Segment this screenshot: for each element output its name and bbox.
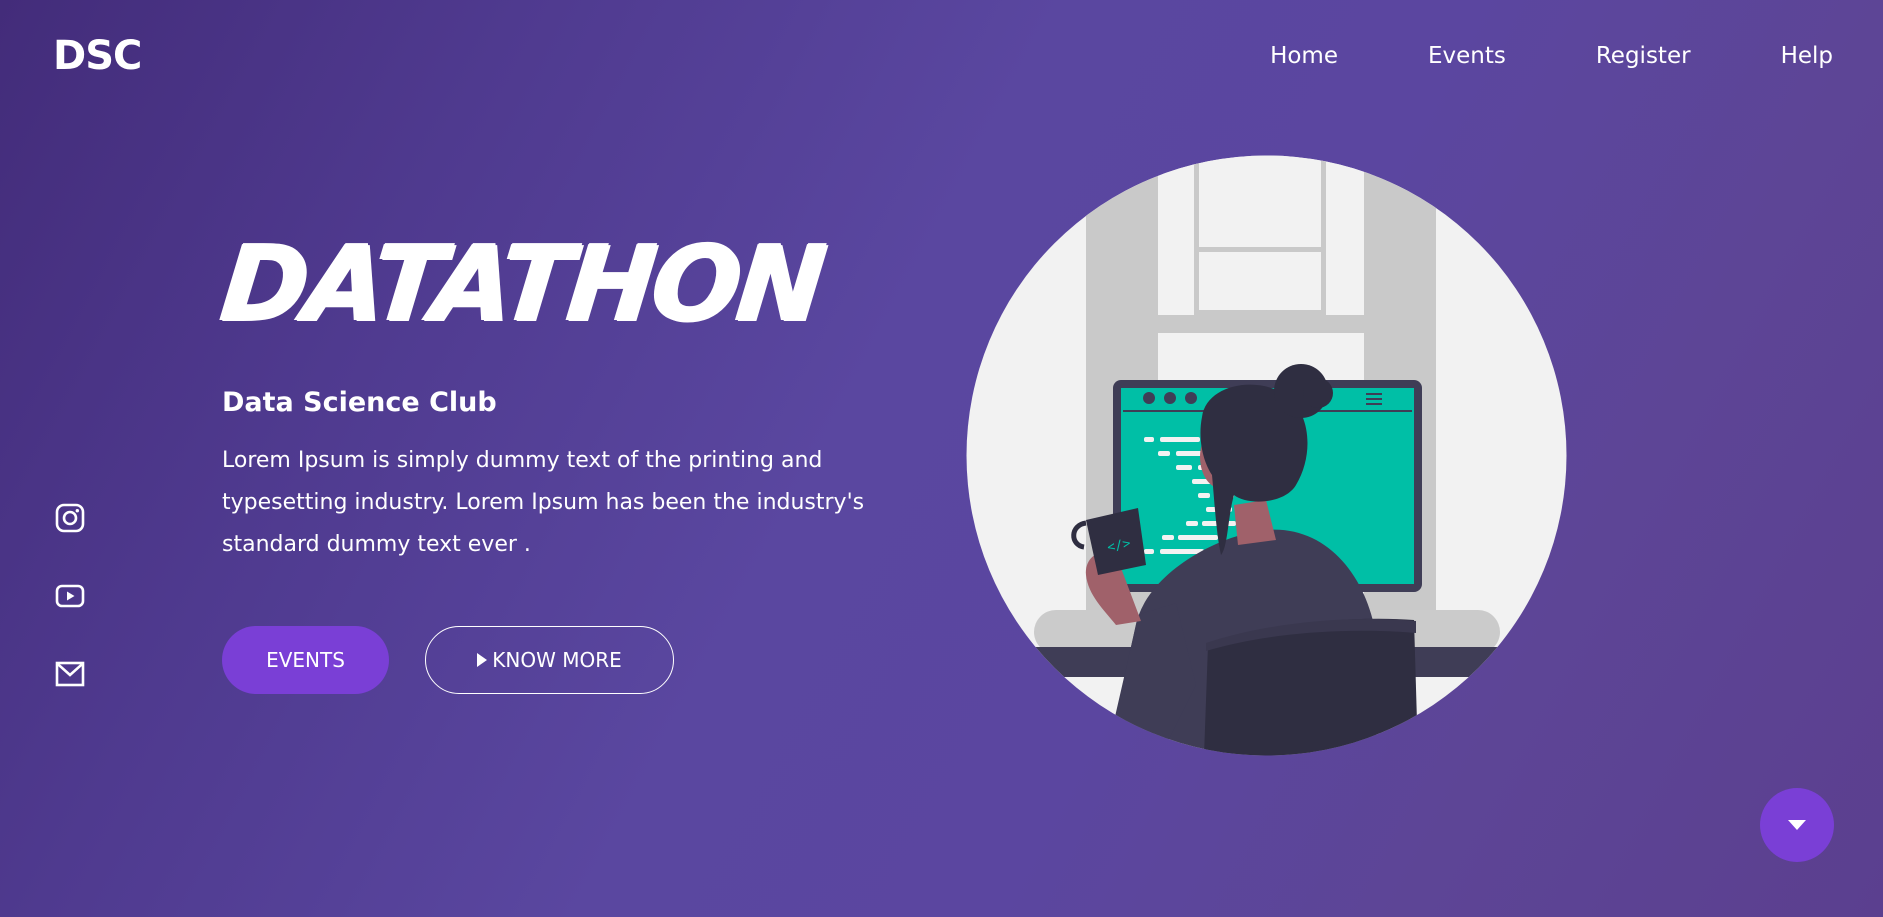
scroll-down-button[interactable] (1760, 788, 1834, 862)
instagram-icon[interactable] (54, 502, 86, 534)
main-nav: Home Events Register Help (1180, 40, 1833, 72)
caret-down-icon (1788, 820, 1806, 830)
youtube-icon[interactable] (54, 580, 86, 612)
know-more-button-label: KNOW MORE (492, 648, 622, 672)
woman-at-computer-illustration: </> (966, 155, 1567, 756)
nav-help[interactable]: Help (1781, 40, 1833, 72)
know-more-button[interactable]: KNOW MORE (425, 626, 674, 694)
hero-subtitle: Data Science Club (222, 387, 497, 418)
hero-title: DATATHON (215, 222, 829, 344)
hero-description: Lorem Ipsum is simply dummy text of the … (222, 448, 865, 557)
nav-events[interactable]: Events (1428, 40, 1506, 72)
play-icon (477, 653, 488, 667)
social-links (54, 502, 86, 736)
mail-icon[interactable] (54, 658, 86, 690)
nav-register[interactable]: Register (1596, 40, 1691, 72)
nav-home[interactable]: Home (1270, 40, 1338, 72)
events-button[interactable]: EVENTS (222, 626, 389, 694)
site-logo[interactable]: DSC (53, 34, 142, 78)
events-button-label: EVENTS (266, 648, 345, 672)
